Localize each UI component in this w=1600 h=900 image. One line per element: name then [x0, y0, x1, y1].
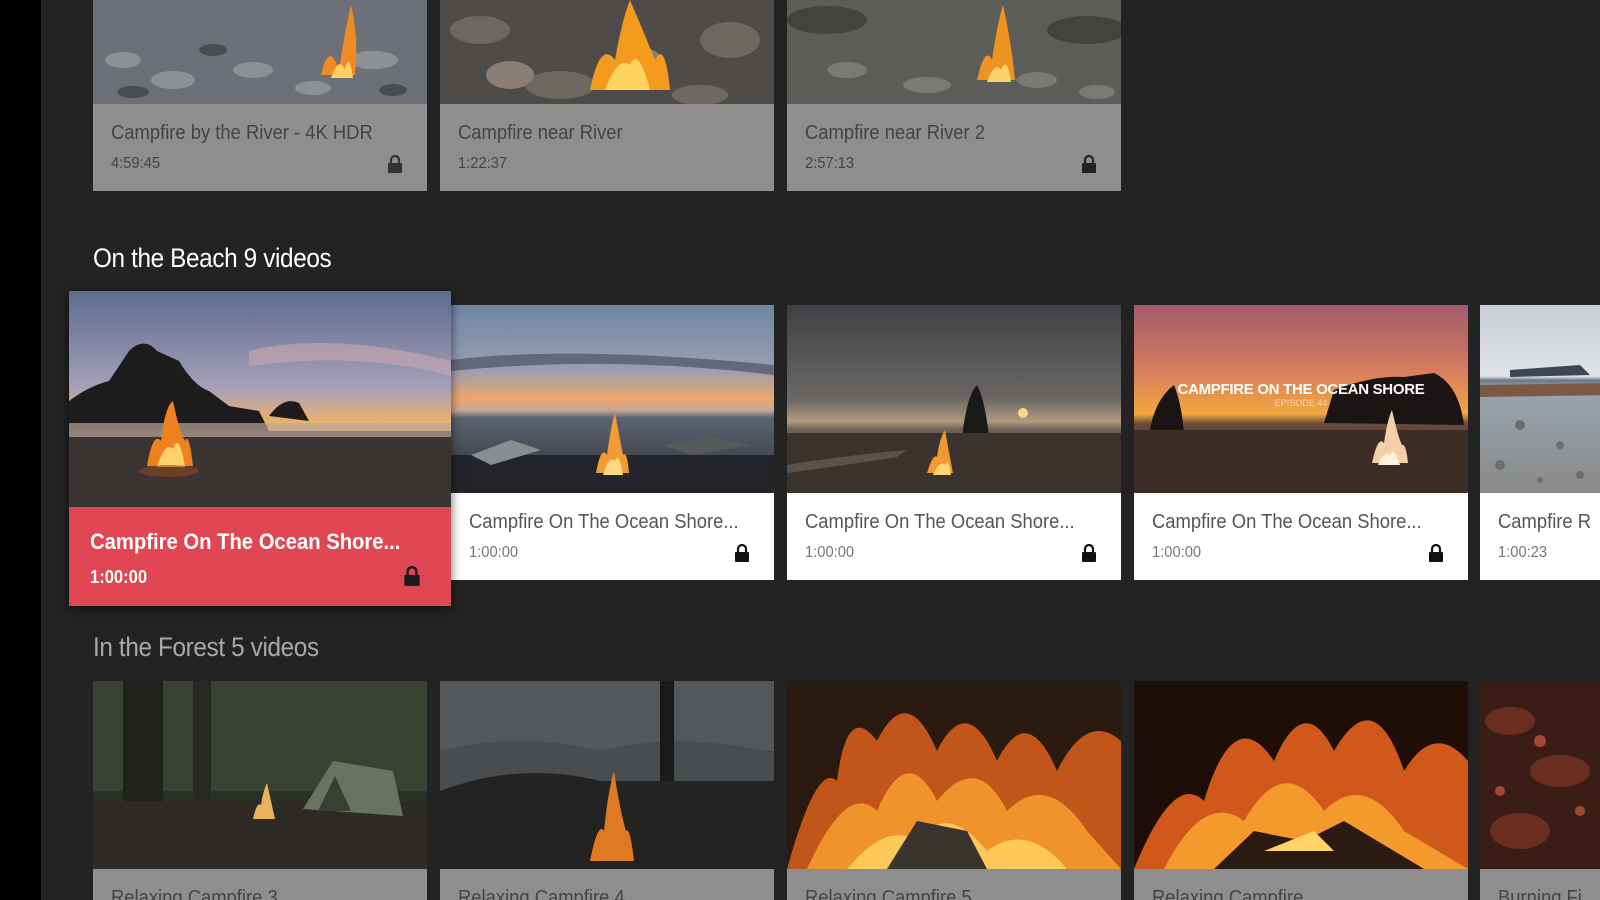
- video-duration: 1:00:00: [805, 544, 855, 561]
- video-card[interactable]: Relaxing Campfire 4: [440, 681, 774, 900]
- lock-icon: [403, 565, 420, 586]
- thumbnail-overlay-title: CAMPFIRE ON THE OCEAN SHORE: [1177, 381, 1425, 398]
- video-info: Campfire On The Ocean Shore... 1:00:00: [451, 493, 774, 580]
- video-thumbnail: [451, 305, 774, 493]
- video-info: Relaxing Campfire 4: [440, 869, 774, 900]
- video-duration: 1:00:23: [1498, 544, 1548, 561]
- video-info: Relaxing Campfire 3: [93, 869, 427, 900]
- video-info: Campfire near River 1:22:37: [440, 104, 774, 191]
- video-title: Relaxing Campfire 5: [805, 887, 972, 900]
- video-info: Campfire On The Ocean Shore... 1:00:00: [69, 507, 451, 606]
- lock-icon: [734, 543, 750, 563]
- video-thumbnail: [1134, 681, 1468, 869]
- video-title: Relaxing Campfire 4: [458, 887, 625, 900]
- lock-icon: [1081, 543, 1097, 563]
- video-info: Campfire by the River - 4K HDR 4:59:45: [93, 104, 427, 191]
- video-duration: 1:00:00: [90, 567, 148, 587]
- video-info: Relaxing Campfire: [1134, 869, 1468, 900]
- row-title-forest: In the Forest 5 videos: [93, 632, 319, 662]
- video-title: Campfire On The Ocean Shore...: [805, 511, 1075, 533]
- video-card[interactable]: Campfire R 1:00:23: [1480, 305, 1600, 580]
- video-title: Relaxing Campfire 3: [111, 887, 278, 900]
- video-card[interactable]: Relaxing Campfire 5: [787, 681, 1121, 900]
- video-thumbnail: [787, 0, 1121, 104]
- video-thumbnail: [69, 291, 451, 507]
- lock-icon: [1428, 543, 1444, 563]
- video-card[interactable]: Campfire near River 2 2:57:13: [787, 0, 1121, 191]
- video-card[interactable]: CAMPFIRE ON THE OCEAN SHORE EPISODE 44 C…: [1134, 305, 1468, 580]
- video-card[interactable]: Relaxing Campfire: [1134, 681, 1468, 900]
- video-card[interactable]: Campfire On The Ocean Shore... 1:00:00: [451, 305, 774, 580]
- video-thumbnail: CAMPFIRE ON THE OCEAN SHORE EPISODE 44: [1134, 305, 1468, 493]
- side-navigation-rail[interactable]: [0, 0, 41, 900]
- video-duration: 1:00:00: [469, 544, 519, 561]
- video-info: Campfire On The Ocean Shore... 1:00:00: [1134, 493, 1468, 580]
- lock-icon: [1081, 154, 1097, 174]
- row-title-beach: On the Beach 9 videos: [93, 243, 332, 273]
- video-info: Campfire R 1:00:23: [1480, 493, 1600, 580]
- video-title: Campfire On The Ocean Shore...: [1152, 511, 1422, 533]
- video-title: Campfire On The Ocean Shore...: [469, 511, 739, 533]
- video-title: Campfire R: [1498, 511, 1592, 533]
- video-duration: 4:59:45: [111, 155, 161, 172]
- video-info: Campfire On The Ocean Shore... 1:00:00: [787, 493, 1121, 580]
- video-thumbnail: [440, 0, 774, 104]
- video-info: Relaxing Campfire 5: [787, 869, 1121, 900]
- video-title: Campfire by the River - 4K HDR: [111, 122, 373, 144]
- video-title: Campfire near River: [458, 122, 623, 144]
- video-title: Campfire On The Ocean Shore...: [90, 529, 401, 554]
- video-duration: 1:00:00: [1152, 544, 1202, 561]
- video-title: Relaxing Campfire: [1152, 887, 1304, 900]
- video-duration: 1:22:37: [458, 155, 508, 172]
- video-thumbnail: [93, 0, 427, 104]
- video-thumbnail: [787, 305, 1121, 493]
- video-card[interactable]: Campfire by the River - 4K HDR 4:59:45: [93, 0, 427, 191]
- video-card[interactable]: Burning Fi: [1480, 681, 1600, 900]
- video-thumbnail: [1480, 681, 1600, 869]
- video-duration: 2:57:13: [805, 155, 855, 172]
- video-thumbnail: [787, 681, 1121, 869]
- video-title: Burning Fi: [1498, 887, 1582, 900]
- video-info: Burning Fi: [1480, 869, 1600, 900]
- video-card[interactable]: Relaxing Campfire 3: [93, 681, 427, 900]
- thumbnail-overlay-subtitle: EPISODE 44: [1274, 398, 1328, 408]
- video-thumbnail: [1480, 305, 1600, 493]
- video-title: Campfire near River 2: [805, 122, 985, 144]
- video-card[interactable]: Campfire near River 1:22:37: [440, 0, 774, 191]
- video-card-focused[interactable]: Campfire On The Ocean Shore... 1:00:00: [69, 291, 451, 606]
- video-thumbnail: [440, 681, 774, 869]
- video-info: Campfire near River 2 2:57:13: [787, 104, 1121, 191]
- app-screen: Campfire by the River - 4K HDR 4:59:45 C…: [0, 0, 1600, 900]
- video-thumbnail: [93, 681, 427, 869]
- lock-icon: [387, 154, 403, 174]
- video-card[interactable]: Campfire On The Ocean Shore... 1:00:00: [787, 305, 1121, 580]
